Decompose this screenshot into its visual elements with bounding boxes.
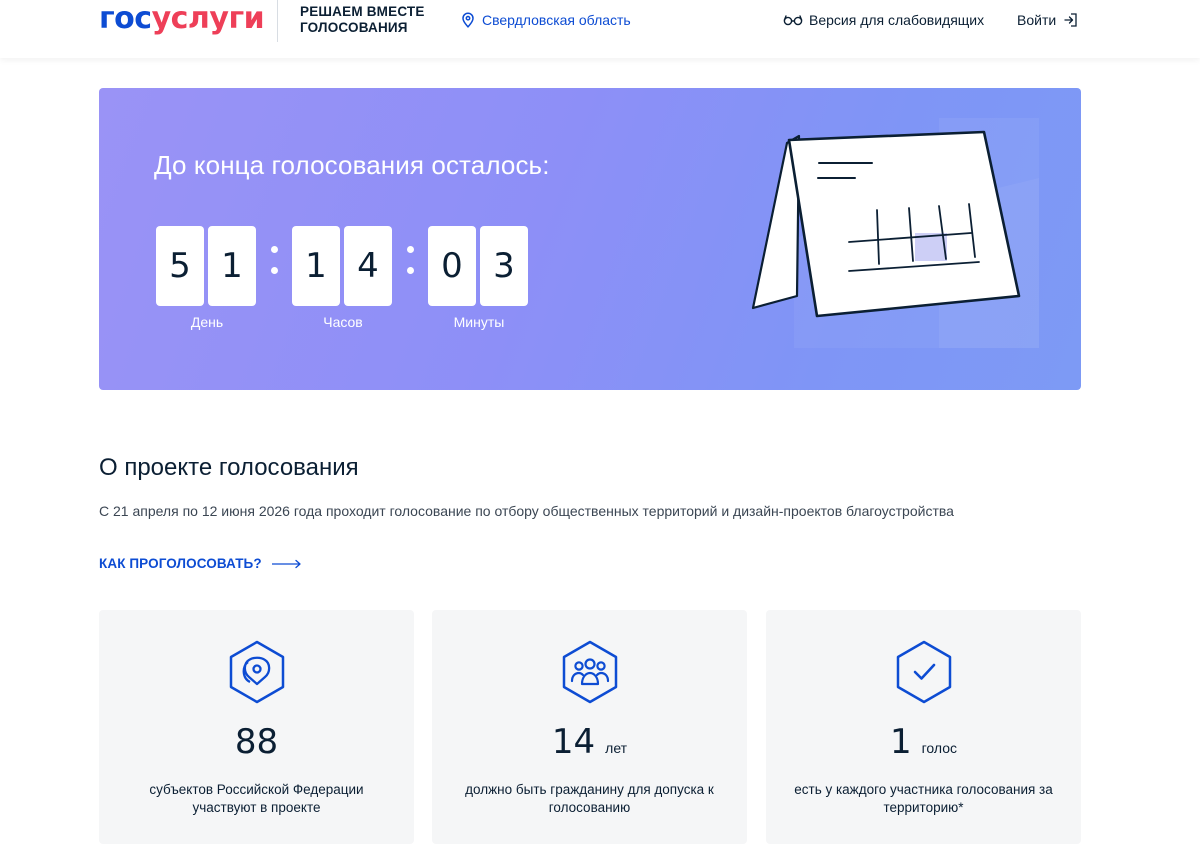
about-description: С 21 апреля по 12 июня 2026 года проходи… [99,503,954,519]
countdown-title: До конца голосования осталось: [154,150,550,180]
logo-part-gos: гос [99,1,152,36]
stat-value-row: 88 [99,722,414,762]
stat-value-row: 14 лет [432,722,747,762]
colon-separator [270,246,278,286]
days-digit-1: 5 [156,226,204,306]
stat-description: субъектов Российской Федерации участвуют… [149,782,364,815]
project-title[interactable]: РЕШАЕМ ВМЕСТЕ ГОЛОСОВАНИЯ [300,4,425,36]
checkmark-icon [896,640,952,704]
hours-digit-1: 1 [292,226,340,306]
region-selector[interactable]: Свердловская область [461,12,631,28]
stat-card-age: 14 лет должно быть гражданину для допуск… [432,610,747,844]
how-to-vote-link[interactable]: КАК ПРОГОЛОСОВАТЬ? [99,556,302,571]
login-button[interactable]: Войти [1017,12,1078,28]
days-label: День [190,314,224,330]
stat-value-row: 1 голос [766,722,1081,762]
accessibility-label: Версия для слабовидящих [809,12,985,28]
countdown-banner: До конца голосования осталось: 5 1 1 4 0… [99,88,1081,390]
desk-calendar-illustration [751,118,1039,348]
stat-value: 14 [551,722,596,762]
map-pin-icon [229,640,285,704]
stat-suffix: лет [605,740,628,756]
stat-suffix: голос [921,740,958,756]
logo-part-uslugi: услуги [151,1,265,36]
glasses-icon [783,15,803,26]
gosuslugi-logo[interactable]: госуслуги [99,1,265,36]
how-to-vote-label: КАК ПРОГОЛОСОВАТЬ? [99,556,262,571]
minutes-digit-2: 3 [480,226,528,306]
stat-description: есть у каждого участника голосования за … [794,782,1053,815]
colon-separator [406,246,414,286]
login-icon [1064,13,1077,27]
stat-card-votes: 1 голос есть у каждого участника голосов… [766,610,1081,844]
about-section-title: О проекте голосования [99,454,359,481]
arrow-right-icon [271,559,301,568]
stat-value: 88 [234,722,279,762]
minutes-label: Минуты [453,314,505,330]
stat-description: должно быть гражданину для допуска к гол… [465,782,714,815]
stat-value: 1 [889,722,912,762]
site-header: госуслуги РЕШАЕМ ВМЕСТЕ ГОЛОСОВАНИЯ Свер… [0,0,1200,58]
hours-label: Часов [323,314,363,330]
header-divider [277,0,278,42]
location-pin-icon [462,12,474,28]
accessibility-version-link[interactable]: Версия для слабовидящих [783,12,984,28]
minutes-digit-1: 0 [428,226,476,306]
hours-digit-2: 4 [344,226,392,306]
stat-card-regions: 88 субъектов Российской Федерации участв… [99,610,414,844]
group-icon [562,640,618,704]
days-digit-2: 1 [208,226,256,306]
login-label: Войти [1017,12,1057,28]
region-label: Свердловская область [482,12,631,28]
